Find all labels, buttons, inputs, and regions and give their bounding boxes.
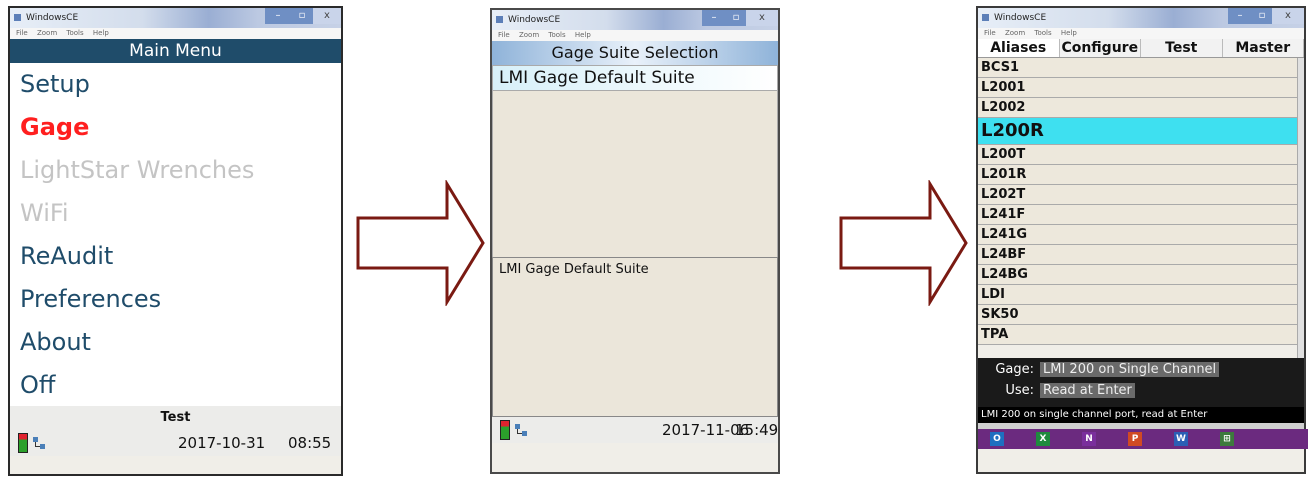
list-item[interactable]: L24BG <box>978 265 1298 285</box>
menu-item-about[interactable]: About <box>20 321 341 364</box>
menu-bar: File Zoom Tools Help <box>978 28 1304 39</box>
menu-item-off[interactable]: Off <box>20 364 341 407</box>
windows-taskbar: O X N P W ⊞ <box>978 423 1308 449</box>
gage-suite-window: WindowsCE – ▫ x File Zoom Tools Help Gag… <box>490 8 780 474</box>
list-item[interactable]: L2002 <box>978 98 1298 118</box>
app-icon <box>982 14 989 21</box>
powerpoint-icon[interactable]: P <box>1128 432 1142 446</box>
list-item[interactable]: BCS1 <box>978 58 1298 78</box>
gage-value: LMI 200 on Single Channel <box>1040 362 1220 377</box>
use-label: Use: <box>1005 383 1034 398</box>
menu-file[interactable]: File <box>498 31 510 39</box>
arrow-right-icon <box>356 180 485 306</box>
menu-tools[interactable]: Tools <box>66 29 83 37</box>
gage-info-panel: Gage: LMI 200 on Single Channel Use: Rea… <box>978 358 1304 407</box>
list-item[interactable]: L200T <box>978 145 1298 165</box>
list-item[interactable]: TPA <box>978 325 1298 345</box>
menu-item-gage[interactable]: Gage <box>20 106 341 149</box>
menu-tools[interactable]: Tools <box>548 31 565 39</box>
list-item[interactable]: L201R <box>978 165 1298 185</box>
list-item[interactable]: LDI <box>978 285 1298 305</box>
screen-header: Main Menu <box>10 39 341 63</box>
title-bar: WindowsCE – ▫ x <box>10 8 341 28</box>
menu-item-setup[interactable]: Setup <box>20 63 341 106</box>
suite-list[interactable] <box>492 91 778 257</box>
menu-help[interactable]: Help <box>575 31 591 39</box>
menu-bar: File Zoom Tools Help <box>10 28 341 39</box>
maximize-button[interactable]: ▫ <box>1252 8 1272 24</box>
app-dock: O X N P W ⊞ <box>978 429 1308 449</box>
list-scrollbar[interactable] <box>1297 58 1304 358</box>
menu-help[interactable]: Help <box>1061 29 1077 37</box>
screen-header: Gage Suite Selection <box>492 41 778 65</box>
list-item[interactable]: SK50 <box>978 305 1298 325</box>
device-status-bar: 2017-11-06 15:49 <box>492 417 778 443</box>
onenote-icon[interactable]: N <box>1082 432 1096 446</box>
title-bar: WindowsCE – ▫ x <box>978 8 1304 28</box>
menu-file[interactable]: File <box>984 29 996 37</box>
status-date: 2017-10-31 <box>178 434 266 452</box>
word-icon[interactable]: W <box>1174 432 1188 446</box>
list-item[interactable]: L202T <box>978 185 1298 205</box>
tab-bar: Aliases Configure Test Master <box>978 39 1304 58</box>
status-text: Test <box>10 406 341 430</box>
minimize-button[interactable]: – <box>702 10 726 26</box>
footer-description: LMI 200 on single channel port, read at … <box>978 407 1304 423</box>
list-item[interactable]: L241F <box>978 205 1298 225</box>
menu-zoom[interactable]: Zoom <box>519 31 539 39</box>
outlook-icon[interactable]: O <box>990 432 1004 446</box>
menu-zoom[interactable]: Zoom <box>1005 29 1025 37</box>
window-title: WindowsCE <box>994 13 1047 23</box>
network-icon <box>515 424 527 436</box>
close-button[interactable]: x <box>313 8 341 24</box>
close-button[interactable]: x <box>1272 8 1304 24</box>
menu-bar: File Zoom Tools Help <box>492 30 778 41</box>
tab-master[interactable]: Master <box>1223 39 1304 57</box>
suite-list-item-selected[interactable]: LMI Gage Default Suite <box>492 65 778 91</box>
menu-file[interactable]: File <box>16 29 28 37</box>
battery-icon <box>500 420 510 440</box>
window-title: WindowsCE <box>26 13 79 23</box>
minimize-button[interactable]: – <box>265 8 291 24</box>
tab-test[interactable]: Test <box>1141 39 1223 57</box>
network-icon <box>33 437 45 449</box>
main-menu-list: Setup Gage LightStar Wrenches WiFi ReAud… <box>10 63 341 406</box>
menu-item-reaudit[interactable]: ReAudit <box>20 235 341 278</box>
window-title: WindowsCE <box>508 15 561 25</box>
menu-help[interactable]: Help <box>93 29 109 37</box>
main-menu-window: WindowsCE – ▫ x File Zoom Tools Help Mai… <box>8 6 343 476</box>
menu-tools[interactable]: Tools <box>1034 29 1051 37</box>
status-time: 15:49 <box>735 421 779 439</box>
menu-zoom[interactable]: Zoom <box>37 29 57 37</box>
aliases-window: WindowsCE – ▫ x File Zoom Tools Help Ali… <box>976 6 1308 474</box>
excel-icon[interactable]: X <box>1036 432 1050 446</box>
list-item[interactable]: L241G <box>978 225 1298 245</box>
status-time: 08:55 <box>288 434 332 452</box>
app-icon <box>14 14 21 21</box>
maximize-button[interactable]: ▫ <box>726 10 746 26</box>
menu-item-wifi: WiFi <box>20 199 69 227</box>
battery-icon <box>18 433 28 453</box>
device-status-bar: 2017-10-31 08:55 <box>10 430 341 456</box>
minimize-button[interactable]: – <box>1228 8 1252 24</box>
gage-label: Gage: <box>995 362 1034 377</box>
menu-item-lightstar-wrenches: LightStar Wrenches <box>20 156 255 184</box>
maximize-button[interactable]: ▫ <box>291 8 313 24</box>
list-item[interactable]: L2001 <box>978 78 1298 98</box>
tab-configure[interactable]: Configure <box>1060 39 1141 57</box>
list-item-selected[interactable]: L200R <box>978 118 1298 145</box>
alias-list[interactable]: BCS1 L2001 L2002 L200R L200T L201R L202T… <box>978 58 1304 358</box>
list-item[interactable]: L24BF <box>978 245 1298 265</box>
menu-item-preferences[interactable]: Preferences <box>20 278 341 321</box>
tab-aliases[interactable]: Aliases <box>978 39 1060 57</box>
windows-logo-icon[interactable]: ⊞ <box>1220 432 1234 446</box>
close-button[interactable]: x <box>746 10 778 26</box>
suite-description: LMI Gage Default Suite <box>492 257 778 417</box>
title-bar: WindowsCE – ▫ x <box>492 10 778 30</box>
use-value: Read at Enter <box>1040 383 1135 398</box>
arrow-right-icon <box>839 180 968 306</box>
app-icon <box>496 16 503 23</box>
